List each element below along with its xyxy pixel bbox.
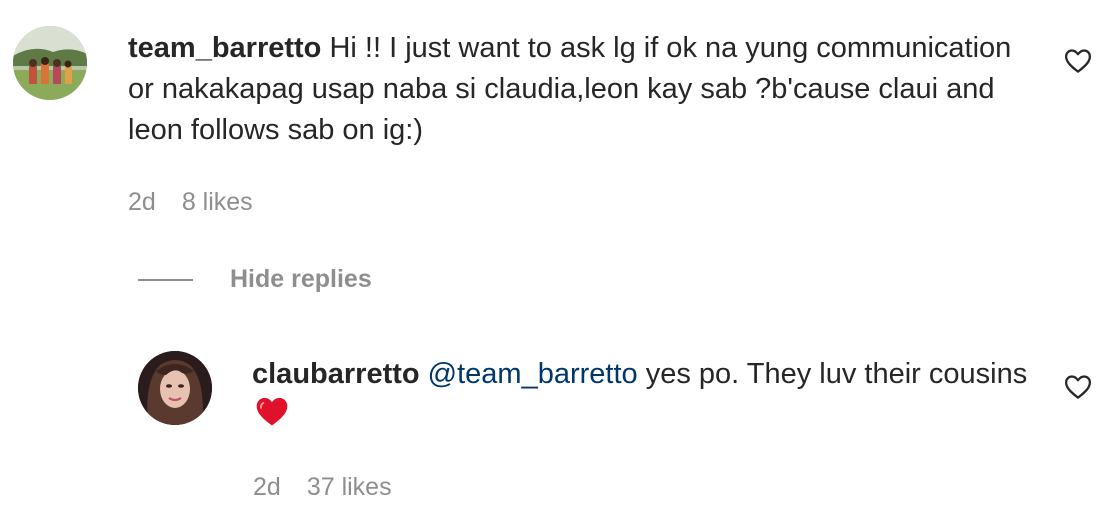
red-heart-shape — [256, 397, 288, 426]
red-heart-emoji-icon — [254, 395, 290, 439]
reply-time[interactable]: 2d — [253, 473, 281, 502]
avatar[interactable] — [13, 26, 87, 100]
comment-text: team_barretto Hi !! I just want to ask l… — [128, 28, 1028, 151]
comment-meta: 2d 8 likes — [128, 188, 253, 217]
hide-replies-button[interactable]: Hide replies — [138, 265, 372, 294]
replies-divider-line — [138, 278, 193, 281]
reply-mention-link[interactable]: @team_barretto — [428, 358, 638, 390]
reply-body: yes po. They luv their cousins — [645, 358, 1028, 390]
comment: team_barretto Hi !! I just want to ask l… — [0, 0, 1120, 240]
comment-username[interactable]: team_barretto — [128, 32, 321, 64]
reply-likes[interactable]: 37 likes — [307, 473, 392, 502]
heart-outline-icon — [1065, 375, 1091, 399]
like-button[interactable] — [1063, 46, 1093, 76]
avatar-photo — [13, 26, 87, 100]
heart-outline-icon — [1065, 49, 1091, 73]
reply-text: claubarretto @team_barretto yes po. They… — [252, 354, 1032, 439]
reply-meta: 2d 37 likes — [253, 473, 392, 502]
reply-like-button[interactable] — [1063, 372, 1093, 402]
hide-replies-label: Hide replies — [230, 265, 372, 293]
comment-likes[interactable]: 8 likes — [182, 188, 253, 217]
avatar-photo — [138, 351, 212, 425]
comment-time[interactable]: 2d — [128, 188, 156, 217]
reply-avatar[interactable] — [138, 351, 212, 425]
reply-username[interactable]: claubarretto — [252, 358, 420, 390]
